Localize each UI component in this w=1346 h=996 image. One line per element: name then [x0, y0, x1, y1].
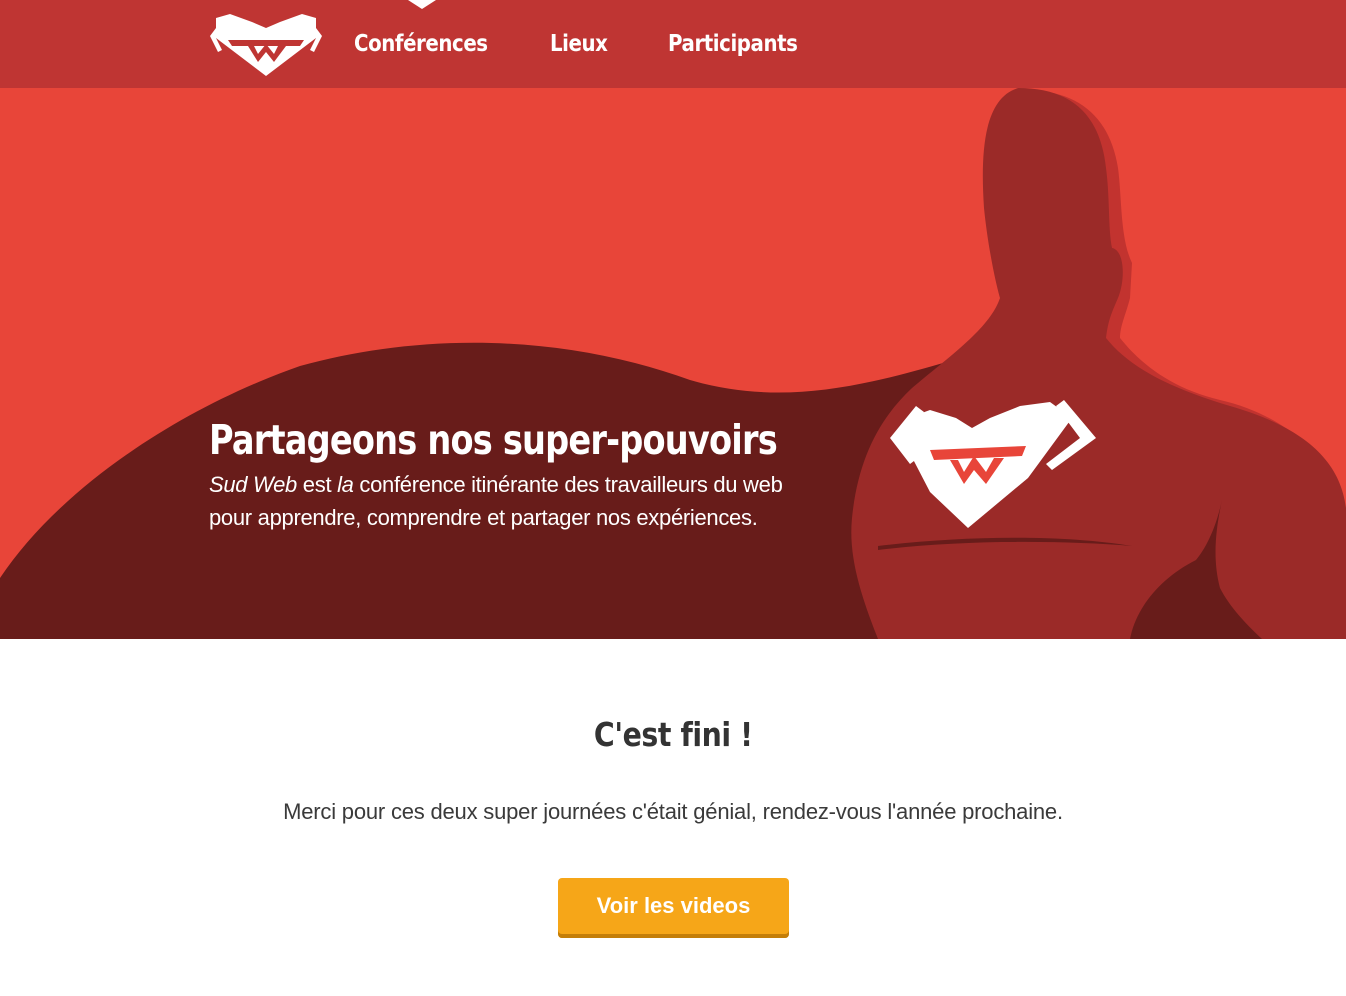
nav-link-participants[interactable]: Participants: [668, 31, 806, 57]
hero-desc-sudweb: Sud Web: [209, 472, 297, 497]
top-navigation: Conférences Lieux Participants: [0, 0, 1346, 88]
hero-title: Partageons nos super-pouvoirs: [209, 416, 778, 464]
hero-desc-part1: est: [297, 472, 338, 497]
hero-desc-la: la: [337, 472, 354, 497]
main-content: C'est fini ! Merci pour ces deux super j…: [0, 639, 1346, 996]
hero-banner: Partageons nos super-pouvoirs Sud Web es…: [0, 88, 1346, 639]
nav-link-lieux[interactable]: Lieux: [550, 31, 614, 57]
sudweb-logo[interactable]: [208, 10, 324, 78]
thank-you-message: Merci pour ces deux super journées c'éta…: [283, 799, 1063, 824]
watch-videos-button[interactable]: Voir les videos: [558, 878, 789, 938]
nav-link-conferences[interactable]: Conférences: [354, 31, 492, 57]
sudweb-shield-logo-icon: [210, 14, 322, 76]
main-menu: Conférences Lieux Participants: [354, 0, 828, 88]
superhero-illustration: [0, 88, 1346, 639]
section-title: C'est fini !: [0, 715, 1346, 754]
section-title-text: C'est fini !: [593, 715, 753, 754]
hero-description: Sud Web est la conférence itinérante des…: [209, 468, 809, 534]
